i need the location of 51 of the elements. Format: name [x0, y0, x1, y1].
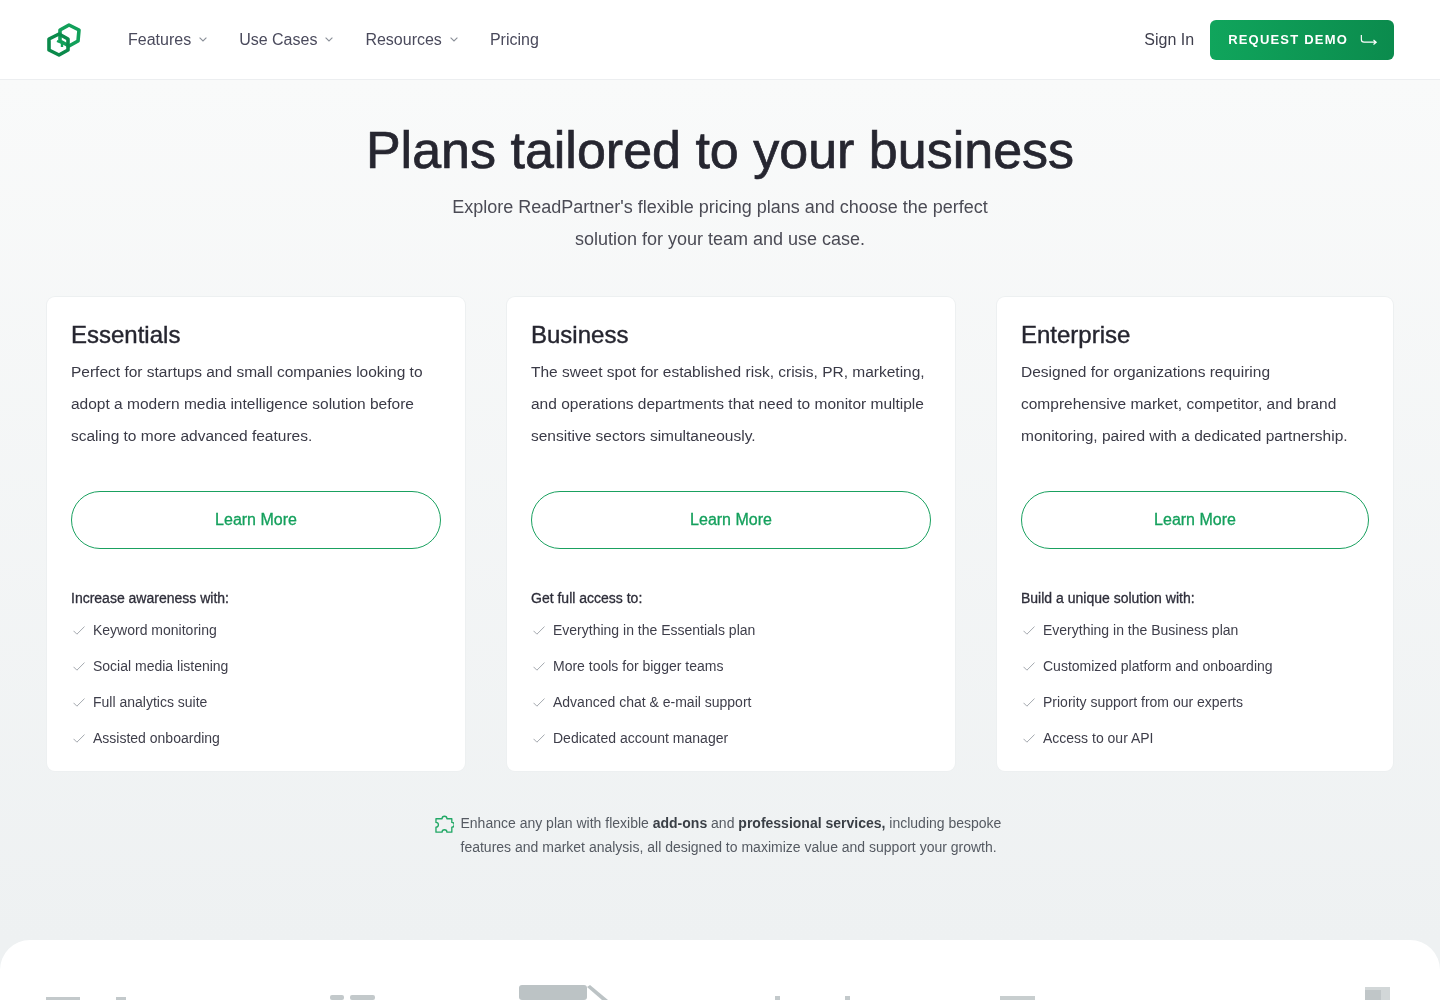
page-subtitle: Explore ReadPartner's flexible pricing plans and choose the perfect solution for your team and use case. — [451, 196, 989, 251]
feature-text: Customized platform and onboarding — [1043, 658, 1273, 674]
feature-text: Access to our API — [1043, 730, 1154, 746]
plan-name: Essentials — [71, 320, 182, 350]
check-icon — [1023, 661, 1035, 671]
caret-icon — [449, 37, 458, 42]
check-icon — [533, 661, 545, 671]
feature-text: Priority support from our experts — [1043, 694, 1243, 710]
check-icon — [73, 733, 85, 743]
feature-text: Keyword monitoring — [93, 622, 217, 638]
feature-text: Dedicated account manager — [553, 730, 729, 746]
hexagon-logo-icon[interactable] — [46, 21, 82, 58]
sign-in-link[interactable]: Sign In — [1144, 30, 1195, 49]
features-heading: Increase awareness with: — [71, 589, 230, 608]
features-heading: Build a unique solution with: — [1021, 589, 1196, 608]
hook-arrow-icon — [1360, 34, 1378, 45]
request-demo-button[interactable]: REQUEST DEMO — [1210, 19, 1394, 60]
puzzle-piece-icon — [434, 813, 454, 833]
nav-dropdown[interactable]: Resources — [365, 30, 458, 49]
learn-more-button[interactable]: Learn More — [1021, 491, 1369, 549]
feature-text: Assisted onboarding — [93, 730, 220, 746]
check-icon — [73, 697, 85, 707]
feature-text: Everything in the Essentials plan — [553, 622, 756, 638]
learn-more-button[interactable]: Learn More — [531, 491, 931, 549]
addons-note: Enhance any plan with flexible add-ons and professional services, including bespoke features and market analysis, all designed to maximize value and support your growth. — [460, 814, 1003, 857]
check-icon — [533, 697, 545, 707]
caret-icon — [325, 37, 334, 42]
feature-text: More tools for bigger teams — [553, 658, 724, 674]
plan-description: Designed for organizations requiring comprehensive market, competitor, and brand monitoring, paired with a dedicated partnership. — [1021, 362, 1349, 446]
nav-dropdown[interactable]: Features — [128, 30, 208, 49]
caret-icon — [199, 37, 208, 42]
plan-name: Business — [531, 320, 630, 350]
check-icon — [73, 625, 85, 635]
feature-text: Everything in the Business plan — [1043, 622, 1239, 638]
features-heading: Get full access to: — [531, 589, 644, 608]
check-icon — [1023, 625, 1035, 635]
check-icon — [533, 625, 545, 635]
check-icon — [1023, 733, 1035, 743]
check-icon — [73, 661, 85, 671]
nav-link[interactable]: Pricing — [489, 30, 539, 49]
page-title: Plans tailored to your business — [364, 120, 1076, 180]
learn-more-button[interactable]: Learn More — [71, 491, 441, 549]
plan-description: Perfect for startups and small companies looking to adopt a modern media intelligence solution before scaling to more advanced features. — [71, 362, 424, 446]
plan-name: Enterprise — [1021, 320, 1132, 350]
nav-dropdown[interactable]: Use Cases — [239, 30, 334, 49]
feature-text: Full analytics suite — [93, 694, 208, 710]
plan-description: The sweet spot for established risk, crisis, PR, marketing, and operations departments that need to monitor multiple sensitive sectors simultaneously. — [531, 362, 926, 446]
feature-text: Social media listening — [93, 658, 229, 674]
feature-text: Advanced chat & e-mail support — [553, 694, 752, 710]
check-icon — [1023, 697, 1035, 707]
check-icon — [533, 733, 545, 743]
